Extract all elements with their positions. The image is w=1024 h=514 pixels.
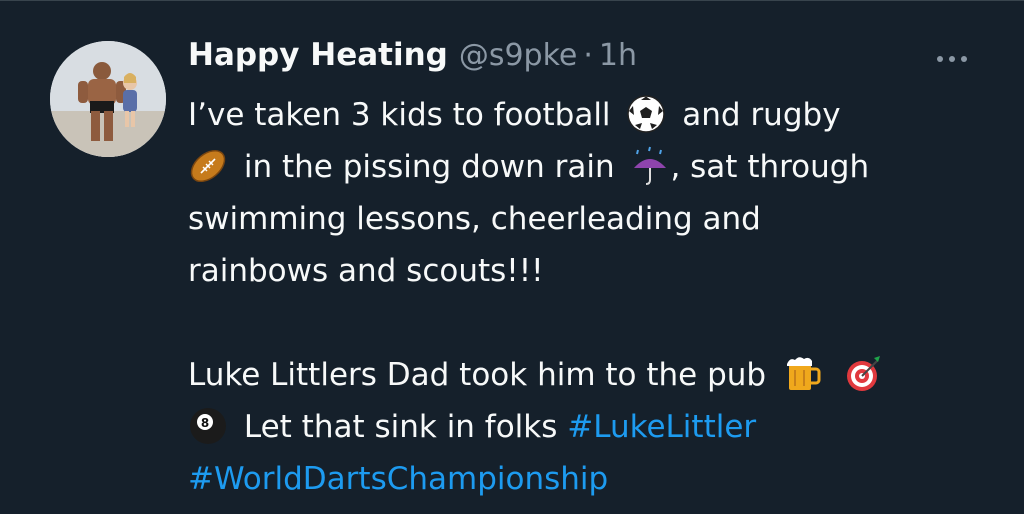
soccer-ball-icon [626,94,666,134]
tweet-text: I’ve taken 3 kids to football and rugby [188,89,988,505]
text-segment: I’ve taken 3 kids to football [188,97,611,133]
tweet-line-1: I’ve taken 3 kids to football and rugby [188,89,988,141]
umbrella-rain-icon [630,146,670,186]
tweet-line-7: #WorldDartsChampionship [188,453,988,505]
tweet-line-2: in the pissing down rain , sat through [188,141,988,193]
rugby-ball-icon [188,146,228,186]
text-segment: , sat through [670,149,870,185]
user-handle[interactable]: @s9pke [459,38,578,73]
tweet-line-5: Luke Littlers Dad took him to the pub [188,349,988,401]
text-segment: Let that sink in folks [243,409,558,445]
dart-target-icon [844,354,884,394]
svg-text:8: 8 [201,416,209,430]
separator-dot: · [583,38,593,73]
tweet-line-4: rainbows and scouts!!! [188,253,544,289]
tweet-header: Happy Heating @s9pke · 1h [188,37,637,81]
text-segment: Luke Littlers Dad took him to the pub [188,357,767,393]
tweet-line-6: 8 Let that sink in folks #LukeLittler [188,401,988,453]
tweet-line-3: swimming lessons, cheerleading and [188,201,761,237]
text-segment: and rugby [682,97,841,133]
more-options-icon[interactable] [932,47,972,71]
8-ball-icon: 8 [188,406,228,446]
avatar[interactable] [50,41,166,157]
hashtag-link[interactable]: #WorldDartsChampionship [188,461,608,497]
timestamp[interactable]: 1h [599,38,637,73]
text-segment: in the pissing down rain [243,149,615,185]
hashtag-link[interactable]: #LukeLittler [567,409,756,445]
display-name[interactable]: Happy Heating [188,37,448,73]
tweet[interactable]: Happy Heating @s9pke · 1h I’ve taken 3 k… [0,0,1024,514]
beer-mug-icon [782,354,822,394]
